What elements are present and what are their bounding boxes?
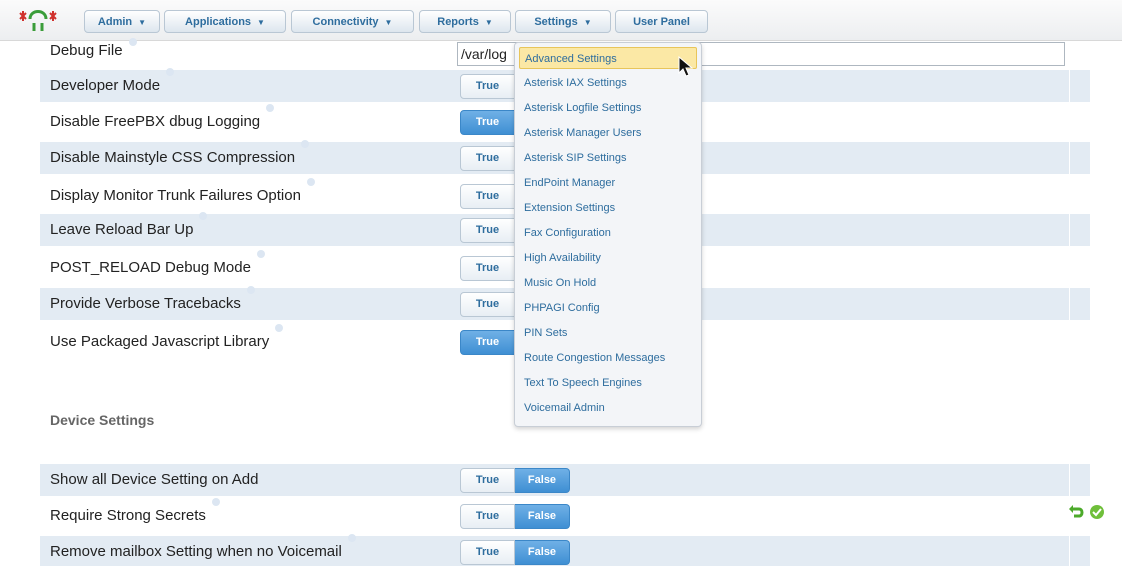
setting-label: Disable Mainstyle CSS Compression bbox=[50, 140, 310, 174]
true-button[interactable]: True bbox=[460, 504, 515, 529]
help-icon[interactable] bbox=[128, 38, 137, 46]
top-nav-bar: Admin ▼ Applications ▼ Connectivity ▼ Repor… bbox=[0, 0, 1122, 41]
setting-label: Require Strong Secrets bbox=[50, 498, 220, 532]
nav-connectivity-menu[interactable]: Connectivity ▼ bbox=[291, 10, 414, 33]
nav-reports-label: Reports bbox=[437, 16, 479, 28]
nav-applications-menu[interactable]: Applications ▼ bbox=[164, 10, 286, 33]
setting-label: Use Packaged Javascript Library bbox=[50, 324, 284, 358]
false-button[interactable]: False bbox=[515, 504, 570, 529]
help-icon[interactable] bbox=[301, 140, 310, 148]
menu-item-text-to-speech-engines[interactable]: Text To Speech Engines bbox=[519, 372, 697, 394]
setting-label: Provide Verbose Tracebacks bbox=[50, 286, 255, 320]
false-button[interactable]: False bbox=[515, 540, 570, 565]
nav-applications-label: Applications bbox=[185, 16, 252, 28]
nav-settings-label: Settings bbox=[534, 16, 578, 28]
menu-item-fax-configuration[interactable]: Fax Configuration bbox=[519, 222, 697, 244]
chevron-down-icon: ▼ bbox=[257, 18, 265, 27]
true-button[interactable]: True bbox=[460, 256, 515, 281]
chevron-down-icon: ▼ bbox=[583, 18, 592, 27]
menu-item-phpagi-config[interactable]: PHPAGI Config bbox=[519, 297, 697, 319]
menu-item-asterisk-iax-settings[interactable]: Asterisk IAX Settings bbox=[519, 72, 697, 94]
check-icon[interactable] bbox=[1090, 505, 1104, 519]
setting-label: Show all Device Setting on Add bbox=[50, 471, 259, 488]
help-icon[interactable] bbox=[211, 498, 220, 506]
setting-label: Leave Reload Bar Up bbox=[50, 212, 208, 246]
true-false-toggle: True False bbox=[460, 468, 570, 493]
settings-dropdown-menu: Advanced Settings Asterisk IAX Settings … bbox=[514, 42, 702, 427]
true-button[interactable]: True bbox=[460, 468, 515, 493]
setting-label: Debug File bbox=[50, 38, 137, 70]
menu-item-endpoint-manager[interactable]: EndPoint Manager bbox=[519, 172, 697, 194]
menu-item-pin-sets[interactable]: PIN Sets bbox=[519, 322, 697, 344]
true-false-toggle: True bbox=[460, 292, 515, 317]
help-icon[interactable] bbox=[199, 212, 208, 220]
help-icon[interactable] bbox=[306, 178, 315, 186]
nav-settings-menu[interactable]: Settings ▼ bbox=[515, 10, 611, 33]
true-button[interactable]: True bbox=[460, 74, 515, 99]
menu-item-advanced-settings[interactable]: Advanced Settings bbox=[519, 47, 697, 69]
help-icon[interactable] bbox=[246, 286, 255, 294]
menu-item-asterisk-sip-settings[interactable]: Asterisk SIP Settings bbox=[519, 147, 697, 169]
chevron-down-icon: ▼ bbox=[384, 18, 393, 27]
menu-item-asterisk-logfile-settings[interactable]: Asterisk Logfile Settings bbox=[519, 97, 697, 119]
true-button[interactable]: True bbox=[460, 146, 515, 171]
false-button[interactable]: False bbox=[515, 468, 570, 493]
true-button[interactable]: True bbox=[460, 540, 515, 565]
true-false-toggle: True bbox=[460, 74, 515, 99]
true-false-toggle: True False bbox=[460, 504, 570, 529]
nav-user-panel-label: User Panel bbox=[633, 16, 690, 28]
freepbx-logo-icon[interactable] bbox=[16, 5, 62, 35]
setting-row-show-all-device-setting: Show all Device Setting on Add True Fals… bbox=[40, 464, 1090, 496]
setting-label: Remove mailbox Setting when no Voicemail bbox=[50, 534, 356, 566]
section-title-device-settings: Device Settings bbox=[50, 412, 155, 428]
menu-item-music-on-hold[interactable]: Music On Hold bbox=[519, 272, 697, 294]
true-button[interactable]: True bbox=[460, 292, 515, 317]
true-false-toggle: True bbox=[460, 146, 515, 171]
setting-label: Developer Mode bbox=[50, 68, 175, 102]
true-false-toggle: True bbox=[460, 330, 515, 355]
menu-item-extension-settings[interactable]: Extension Settings bbox=[519, 197, 697, 219]
true-button[interactable]: True bbox=[460, 218, 515, 243]
true-button[interactable]: True bbox=[460, 184, 515, 209]
setting-row-remove-mailbox-setting: Remove mailbox Setting when no Voicemail… bbox=[40, 534, 1090, 566]
true-false-toggle: True bbox=[460, 256, 515, 281]
true-false-toggle: True bbox=[460, 218, 515, 243]
setting-label: Display Monitor Trunk Failures Option bbox=[50, 178, 315, 212]
true-false-toggle: True False bbox=[460, 540, 570, 565]
setting-label: Disable FreePBX dbug Logging bbox=[50, 104, 275, 138]
help-icon[interactable] bbox=[347, 534, 356, 542]
nav-connectivity-label: Connectivity bbox=[312, 16, 379, 28]
chevron-down-icon: ▼ bbox=[484, 18, 493, 27]
setting-row-require-strong-secrets: Require Strong Secrets True False bbox=[40, 498, 1090, 532]
menu-item-voicemail-admin[interactable]: Voicemail Admin bbox=[519, 397, 697, 419]
nav-admin-menu[interactable]: Admin ▼ bbox=[84, 10, 160, 33]
setting-label: POST_RELOAD Debug Mode bbox=[50, 250, 265, 284]
mouse-cursor-icon bbox=[678, 56, 694, 77]
nav-admin-label: Admin bbox=[97, 16, 133, 28]
nav-reports-menu[interactable]: Reports ▼ bbox=[419, 10, 511, 33]
menu-item-asterisk-manager-users[interactable]: Asterisk Manager Users bbox=[519, 122, 697, 144]
true-button[interactable]: True bbox=[460, 330, 515, 355]
nav-user-panel-link[interactable]: User Panel bbox=[615, 10, 708, 33]
true-false-toggle: True bbox=[460, 110, 515, 135]
true-button[interactable]: True bbox=[460, 110, 515, 135]
menu-item-high-availability[interactable]: High Availability bbox=[519, 247, 697, 269]
help-icon[interactable] bbox=[166, 68, 175, 76]
help-icon[interactable] bbox=[275, 324, 284, 332]
help-icon[interactable] bbox=[266, 104, 275, 112]
undo-icon[interactable] bbox=[1069, 505, 1084, 518]
row-actions bbox=[1068, 504, 1108, 520]
chevron-down-icon: ▼ bbox=[138, 18, 147, 27]
true-false-toggle: True bbox=[460, 184, 515, 209]
help-icon[interactable] bbox=[256, 250, 265, 258]
menu-item-route-congestion-messages[interactable]: Route Congestion Messages bbox=[519, 347, 697, 369]
